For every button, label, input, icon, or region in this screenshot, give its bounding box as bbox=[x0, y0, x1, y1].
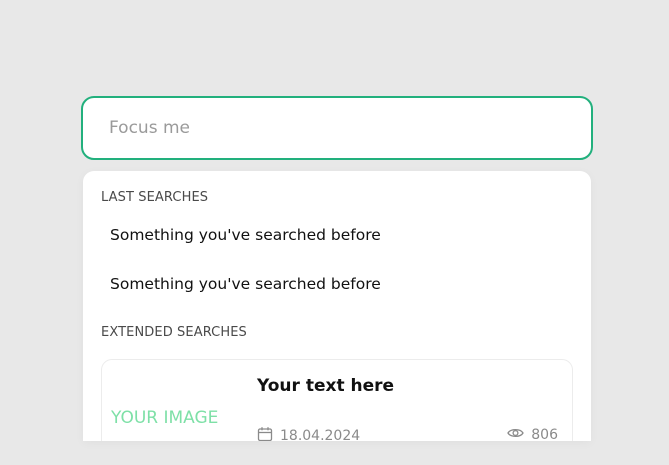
card-date: 18.04.2024 bbox=[257, 426, 360, 441]
calendar-icon bbox=[257, 426, 280, 441]
card-image-placeholder: YOUR IMAGE bbox=[111, 408, 219, 428]
last-search-item[interactable]: Something you've searched before bbox=[101, 264, 573, 304]
extended-search-card[interactable]: YOUR IMAGE Your text here 18.04.2024 806 bbox=[101, 359, 573, 441]
card-date-text: 18.04.2024 bbox=[280, 428, 361, 441]
eye-icon bbox=[507, 426, 531, 441]
last-searches-heading: LAST SEARCHES bbox=[101, 190, 209, 205]
card-title: Your text here bbox=[257, 376, 395, 396]
search-input[interactable] bbox=[81, 96, 593, 160]
last-search-item[interactable]: Something you've searched before bbox=[101, 215, 573, 255]
card-views-count: 806 bbox=[531, 427, 558, 441]
extended-searches-heading: EXTENDED SEARCHES bbox=[101, 325, 247, 340]
card-views: 806 bbox=[507, 426, 558, 441]
search-suggestions-dropdown: LAST SEARCHES Something you've searched … bbox=[83, 171, 591, 441]
